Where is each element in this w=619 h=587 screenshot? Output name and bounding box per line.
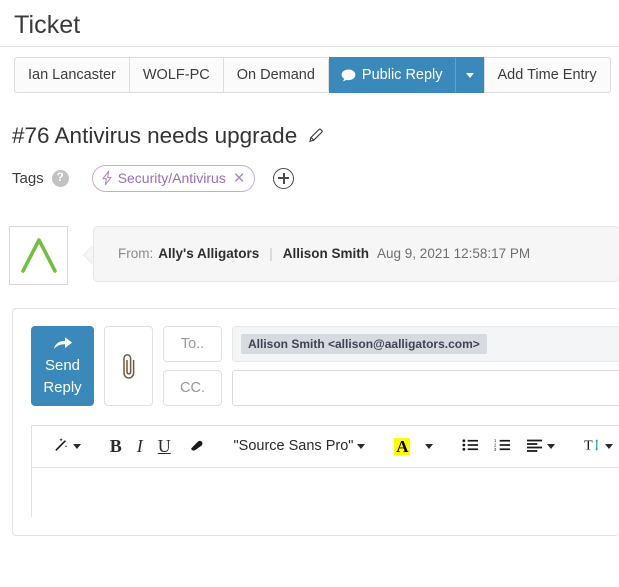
underline-button[interactable]: U <box>152 433 177 459</box>
message-row: From: Ally's Alligators | Allison Smith … <box>0 192 619 285</box>
chevron-down-icon <box>465 72 474 78</box>
avatar <box>9 225 68 285</box>
add-time-entry-label: Add Time Entry <box>497 67 597 83</box>
chevron-down-icon <box>73 443 81 449</box>
ticket-title-row: #76 Antivirus needs upgrade <box>0 100 619 148</box>
rich-text-editor: B I U "Source Sans Pro" A 1 2 3 T <box>31 424 619 517</box>
help-icon[interactable]: ? <box>51 169 69 187</box>
send-reply-line2: Reply <box>43 378 82 396</box>
tag-chip-security-antivirus[interactable]: Security/Antivirus ✕ <box>91 164 256 192</box>
public-reply-label: Public Reply <box>361 67 443 83</box>
lightning-bolt-icon <box>101 170 113 186</box>
numbered-list-button[interactable]: 1 2 3 <box>488 433 517 459</box>
public-reply-button[interactable]: Public Reply <box>328 57 455 93</box>
attach-file-button[interactable] <box>104 325 153 406</box>
bullet-list-button[interactable] <box>456 433 485 459</box>
italic-button[interactable]: I <box>131 433 149 459</box>
highlight-a-icon: A <box>394 436 411 456</box>
chevron-down-icon <box>604 443 613 449</box>
tag-label: Security/Antivirus <box>117 170 226 186</box>
alligator-chevron-logo <box>17 233 61 277</box>
speech-bubble-icon <box>341 69 356 82</box>
from-label: From: <box>118 246 154 261</box>
highlight-color-dropdown[interactable] <box>419 433 439 459</box>
to-button[interactable]: To.. <box>163 325 222 362</box>
tags-label: Tags <box>12 169 44 187</box>
composer-top-row: Send Reply To.. CC. Allison Smith <allis… <box>13 309 619 406</box>
chevron-down-icon <box>425 443 434 449</box>
recipient-chip[interactable]: Allison Smith <allison@aalligators.com> <box>241 333 487 354</box>
address-buttons: To.. CC. <box>163 325 222 406</box>
page-title: Ticket <box>14 10 81 39</box>
page-header: Ticket <box>0 0 619 47</box>
ticket-title: #76 Antivirus needs upgrade <box>12 123 298 148</box>
clear-formatting-button[interactable] <box>180 433 211 459</box>
address-fields: Allison Smith <allison@aalligators.com> <box>232 325 619 406</box>
chevron-down-icon <box>357 443 366 449</box>
from-person: Allison Smith <box>282 246 370 261</box>
line-height-icon: T <box>584 437 601 456</box>
pencil-icon[interactable] <box>307 127 326 146</box>
eraser-icon <box>186 438 205 455</box>
tab-wolf-pc[interactable]: WOLF-PC <box>128 57 223 93</box>
font-family-value: "Source Sans Pro" <box>233 438 354 454</box>
divider: | <box>269 246 273 261</box>
tab-on-demand[interactable]: On Demand <box>222 57 329 93</box>
tags-row: Tags ? Security/Antivirus ✕ <box>0 148 619 192</box>
send-reply-line1: Send <box>44 356 81 374</box>
tab-on-demand-label: On Demand <box>236 67 315 83</box>
ticket-action-tabbar: Ian Lancaster WOLF-PC On Demand Public R… <box>0 47 619 100</box>
send-reply-button[interactable]: Send Reply <box>31 325 94 406</box>
magic-wand-icon <box>52 436 69 456</box>
editor-body[interactable] <box>32 467 619 517</box>
align-left-icon <box>526 438 543 455</box>
align-button[interactable] <box>520 433 561 459</box>
reply-arrow-icon <box>53 335 73 351</box>
tab-wolf-pc-label: WOLF-PC <box>142 67 210 83</box>
from-company: Ally's Alligators <box>158 246 260 261</box>
message-header-bubble: From: Ally's Alligators | Allison Smith … <box>93 225 619 282</box>
tab-ian-lancaster[interactable]: Ian Lancaster <box>14 57 129 93</box>
public-reply-dropdown-button[interactable] <box>454 57 484 93</box>
tab-ian-lancaster-label: Ian Lancaster <box>28 67 116 83</box>
format-painter-button[interactable] <box>46 433 87 459</box>
font-family-select[interactable]: "Source Sans Pro" <box>228 433 372 459</box>
plus-circle-icon[interactable] <box>273 167 295 189</box>
highlight-color-button[interactable]: A <box>388 433 416 459</box>
svg-text:T: T <box>584 437 593 452</box>
bulleted-list-icon <box>462 438 479 455</box>
cc-field[interactable] <box>232 369 619 406</box>
editor-toolbar: B I U "Source Sans Pro" A 1 2 3 T <box>32 425 619 468</box>
message-bubble-wrap: From: Ally's Alligators | Allison Smith … <box>93 225 619 282</box>
close-icon[interactable]: ✕ <box>231 171 246 186</box>
to-field[interactable]: Allison Smith <allison@aalligators.com> <box>232 325 619 362</box>
cc-button[interactable]: CC. <box>163 369 222 406</box>
reply-composer: Send Reply To.. CC. Allison Smith <allis… <box>12 307 619 536</box>
chevron-down-icon <box>547 443 556 449</box>
add-time-entry-button[interactable]: Add Time Entry <box>483 57 611 93</box>
numbered-list-icon: 1 2 3 <box>494 438 511 455</box>
bold-button[interactable]: B <box>104 433 128 459</box>
svg-text:3: 3 <box>494 446 497 451</box>
ticket-page: Ticket Ian Lancaster WOLF-PC On Demand P… <box>0 0 619 587</box>
line-height-button[interactable]: T <box>578 433 619 459</box>
paperclip-icon <box>119 349 139 383</box>
message-timestamp: Aug 9, 2021 12:58:17 PM <box>377 246 531 261</box>
